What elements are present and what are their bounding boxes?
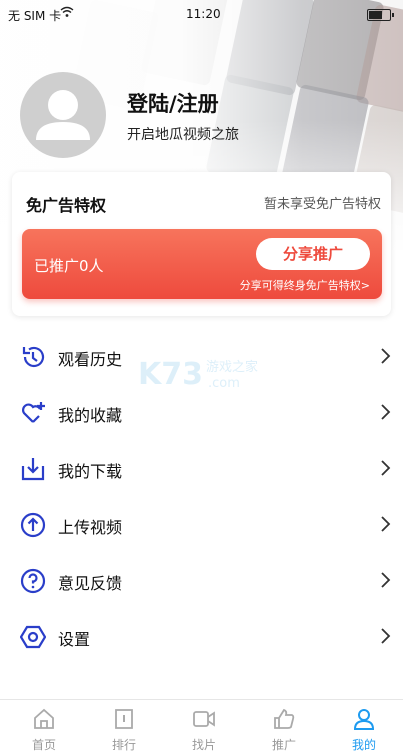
bottom-tab-bar: 首页 排行 找片 推广 我的 xyxy=(0,699,403,752)
tab-ranking[interactable]: 排行 xyxy=(84,700,164,752)
settings-menu: 观看历史 我的收藏 我的下载 上传视频 意见反馈 设置 xyxy=(0,328,403,664)
menu-label: 上传视频 xyxy=(58,518,123,537)
tab-label: 推广 xyxy=(271,738,296,752)
ad-free-title: 免广告特权 xyxy=(26,196,107,215)
profile-subtitle: 开启地瓜视频之旅 xyxy=(127,127,239,143)
menu-item-favorites[interactable]: 我的收藏 xyxy=(0,384,403,440)
menu-label: 意见反馈 xyxy=(58,574,123,593)
menu-label: 观看历史 xyxy=(58,350,123,369)
video-search-icon xyxy=(193,711,215,727)
menu-label: 设置 xyxy=(58,630,91,649)
battery-icon xyxy=(367,9,394,21)
menu-item-history[interactable]: 观看历史 xyxy=(0,328,403,384)
promoted-count: 已推广0人 xyxy=(34,257,104,275)
favorite-heart-icon xyxy=(22,402,45,423)
tab-mine[interactable]: 我的 xyxy=(324,700,403,752)
chevron-right-icon xyxy=(381,628,391,644)
tab-label: 排行 xyxy=(111,738,136,752)
home-icon xyxy=(34,708,54,729)
login-register-link[interactable]: 登陆/注册 xyxy=(127,88,219,118)
ad-free-status: 暂未享受免广告特权 xyxy=(263,197,381,212)
chevron-right-icon xyxy=(381,460,391,476)
ad-free-card: 免广告特权 暂未享受免广告特权 已推广0人 分享推广 分享可得终身免广告特权> xyxy=(12,172,391,316)
menu-label: 我的收藏 xyxy=(58,406,123,425)
download-icon xyxy=(21,458,45,481)
chevron-right-icon xyxy=(381,348,391,364)
menu-item-settings[interactable]: 设置 xyxy=(0,608,403,664)
status-bar: 无 SIM 卡 11:20 xyxy=(0,0,403,28)
menu-item-downloads[interactable]: 我的下载 xyxy=(0,440,403,496)
user-silhouette-icon xyxy=(36,90,90,140)
tab-label: 首页 xyxy=(31,738,56,752)
tab-find-video[interactable]: 找片 xyxy=(164,700,244,752)
share-hint-link[interactable]: 分享可得终身免广告特权> xyxy=(240,277,370,293)
wifi-icon xyxy=(60,6,74,21)
tab-promote[interactable]: 推广 xyxy=(244,700,324,752)
tab-home[interactable]: 首页 xyxy=(4,700,84,752)
clock: 11:20 xyxy=(186,7,221,21)
promote-icon xyxy=(274,708,295,729)
feedback-icon xyxy=(20,568,46,594)
settings-icon xyxy=(20,625,46,649)
history-icon xyxy=(22,346,45,368)
menu-item-upload[interactable]: 上传视频 xyxy=(0,496,403,552)
upload-icon xyxy=(20,512,46,538)
menu-item-feedback[interactable]: 意见反馈 xyxy=(0,552,403,608)
chevron-right-icon xyxy=(381,404,391,420)
avatar[interactable] xyxy=(20,72,106,158)
promo-banner: 已推广0人 分享推广 分享可得终身免广告特权> xyxy=(22,229,382,299)
share-promote-button[interactable]: 分享推广 xyxy=(256,238,370,270)
carrier-label: 无 SIM 卡 xyxy=(8,9,62,23)
tab-label: 我的 xyxy=(351,738,376,752)
tab-label: 找片 xyxy=(191,738,216,752)
chevron-right-icon xyxy=(381,572,391,588)
chevron-right-icon xyxy=(381,516,391,532)
profile-icon xyxy=(353,709,375,730)
ranking-icon xyxy=(115,709,133,729)
menu-label: 我的下载 xyxy=(58,462,123,481)
